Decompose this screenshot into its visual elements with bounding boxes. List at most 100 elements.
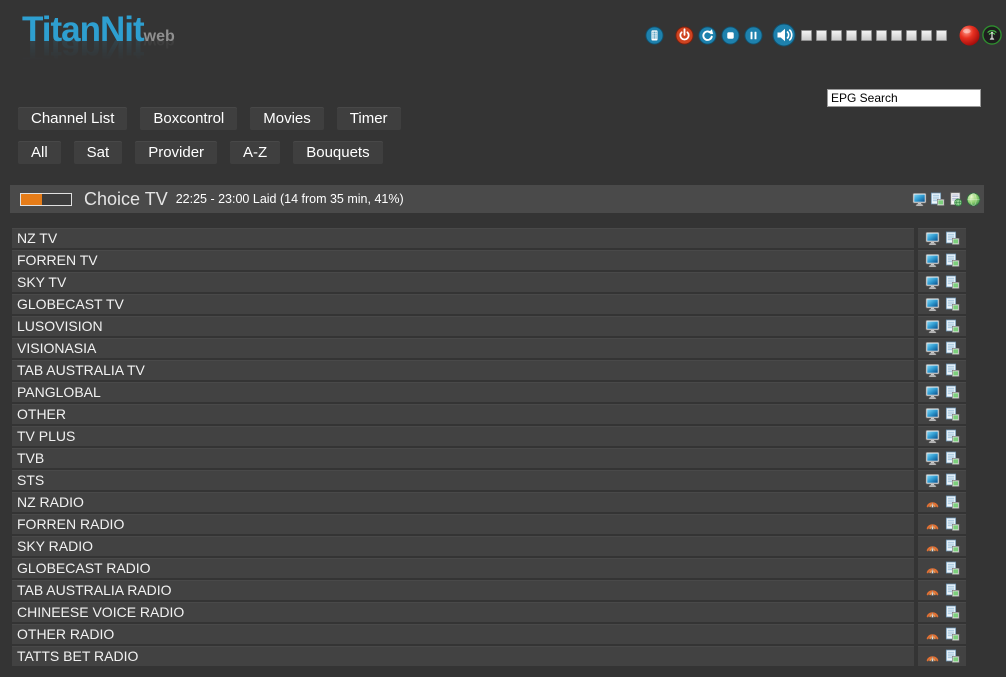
- tv-icon[interactable]: [925, 451, 940, 466]
- channel-epg-list-icon[interactable]: [945, 649, 960, 664]
- nav-a-z-button[interactable]: A-Z: [230, 141, 280, 164]
- volume-segment[interactable]: [876, 30, 887, 41]
- volume-segment[interactable]: [861, 30, 872, 41]
- nav-timer-button[interactable]: Timer: [337, 107, 401, 130]
- channel-name[interactable]: NZ RADIO: [12, 492, 914, 512]
- channel-name[interactable]: OTHER: [12, 404, 914, 424]
- copy-channel-icon[interactable]: [930, 192, 945, 207]
- tv-icon[interactable]: [925, 473, 940, 488]
- channel-name[interactable]: FORREN RADIO: [12, 514, 914, 534]
- tv-icon[interactable]: [925, 385, 940, 400]
- web-stream-icon[interactable]: [966, 192, 981, 207]
- channel-epg-list-icon[interactable]: [945, 429, 960, 444]
- channel-name[interactable]: NZ TV: [12, 228, 914, 248]
- tv-icon[interactable]: [925, 297, 940, 312]
- channel-epg-list-icon[interactable]: [945, 363, 960, 378]
- channel-row: TAB AUSTRALIA RADIO: [12, 580, 966, 600]
- power-button[interactable]: [675, 26, 694, 45]
- nav-boxcontrol-button[interactable]: Boxcontrol: [140, 107, 237, 130]
- channel-name[interactable]: TAB AUSTRALIA TV: [12, 360, 914, 380]
- channel-epg-list-icon[interactable]: [945, 627, 960, 642]
- volume-segment[interactable]: [801, 30, 812, 41]
- channel-epg-list-icon[interactable]: [945, 297, 960, 312]
- channel-name[interactable]: FORREN TV: [12, 250, 914, 270]
- nav-movies-button[interactable]: Movies: [250, 107, 324, 130]
- stream-status-icon[interactable]: [982, 25, 1002, 45]
- radio-icon[interactable]: [925, 627, 940, 642]
- channel-epg-list-icon[interactable]: [945, 583, 960, 598]
- channel-epg-list-icon[interactable]: [945, 473, 960, 488]
- radio-icon[interactable]: [925, 539, 940, 554]
- channel-epg-list-icon[interactable]: [945, 231, 960, 246]
- radio-icon[interactable]: [925, 649, 940, 664]
- volume-segment[interactable]: [846, 30, 857, 41]
- tv-screen-icon[interactable]: [912, 192, 927, 207]
- channel-epg-list-icon[interactable]: [945, 495, 960, 510]
- app-logo: TitanNitweb TitanNitweb: [22, 12, 175, 66]
- channel-name[interactable]: PANGLOBAL: [12, 382, 914, 402]
- refresh-button[interactable]: [698, 26, 717, 45]
- remote-keypad-button[interactable]: [645, 26, 664, 45]
- channel-epg-list-icon[interactable]: [945, 561, 960, 576]
- volume-bar[interactable]: [801, 30, 947, 41]
- epg-search-input[interactable]: [827, 89, 981, 107]
- channel-row-actions: [918, 492, 966, 512]
- tv-icon[interactable]: [925, 253, 940, 268]
- channel-name[interactable]: CHINEESE VOICE RADIO: [12, 602, 914, 622]
- volume-segment[interactable]: [831, 30, 842, 41]
- tv-icon[interactable]: [925, 275, 940, 290]
- channel-row: NZ TV: [12, 228, 966, 248]
- channel-name[interactable]: TATTS BET RADIO: [12, 646, 914, 666]
- channel-name[interactable]: OTHER RADIO: [12, 624, 914, 644]
- channel-epg-list-icon[interactable]: [945, 385, 960, 400]
- channel-name[interactable]: VISIONASIA: [12, 338, 914, 358]
- channel-epg-list-icon[interactable]: [945, 341, 960, 356]
- radio-icon[interactable]: [925, 583, 940, 598]
- tv-icon[interactable]: [925, 407, 940, 422]
- tv-icon[interactable]: [925, 429, 940, 444]
- channel-name[interactable]: TVB: [12, 448, 914, 468]
- tv-icon[interactable]: [925, 319, 940, 334]
- channel-name[interactable]: SKY TV: [12, 272, 914, 292]
- volume-segment[interactable]: [816, 30, 827, 41]
- channel-name[interactable]: TV PLUS: [12, 426, 914, 446]
- channel-epg-list-icon[interactable]: [945, 539, 960, 554]
- channel-name[interactable]: GLOBECAST RADIO: [12, 558, 914, 578]
- channel-name[interactable]: GLOBECAST TV: [12, 294, 914, 314]
- channel-name[interactable]: STS: [12, 470, 914, 490]
- tv-icon[interactable]: [925, 363, 940, 378]
- tv-icon[interactable]: [925, 341, 940, 356]
- volume-segment[interactable]: [891, 30, 902, 41]
- pause-button[interactable]: [744, 26, 763, 45]
- volume-icon[interactable]: [772, 23, 796, 47]
- nav-sat-button[interactable]: Sat: [74, 141, 123, 164]
- channel-epg-list-icon[interactable]: [945, 407, 960, 422]
- channel-epg-list-icon[interactable]: [945, 319, 960, 334]
- channel-row-actions: [918, 536, 966, 556]
- nav-all-button[interactable]: All: [18, 141, 61, 164]
- channel-name[interactable]: TAB AUSTRALIA RADIO: [12, 580, 914, 600]
- channel-name[interactable]: LUSOVISION: [12, 316, 914, 336]
- channel-row: OTHER RADIO: [12, 624, 966, 644]
- radio-icon[interactable]: [925, 561, 940, 576]
- tv-icon[interactable]: [925, 231, 940, 246]
- epg-page-icon[interactable]: [948, 192, 963, 207]
- channel-epg-list-icon[interactable]: [945, 451, 960, 466]
- nav-provider-button[interactable]: Provider: [135, 141, 217, 164]
- volume-segment[interactable]: [921, 30, 932, 41]
- volume-segment[interactable]: [906, 30, 917, 41]
- radio-icon[interactable]: [925, 495, 940, 510]
- nav-channel-list-button[interactable]: Channel List: [18, 107, 127, 130]
- radio-icon[interactable]: [925, 605, 940, 620]
- volume-segment[interactable]: [936, 30, 947, 41]
- channel-row: TAB AUSTRALIA TV: [12, 360, 966, 380]
- channel-epg-list-icon[interactable]: [945, 605, 960, 620]
- nav-bouquets-button[interactable]: Bouquets: [293, 141, 382, 164]
- channel-epg-list-icon[interactable]: [945, 517, 960, 532]
- channel-epg-list-icon[interactable]: [945, 275, 960, 290]
- stop-button[interactable]: [721, 26, 740, 45]
- channel-name[interactable]: SKY RADIO: [12, 536, 914, 556]
- channel-row-actions: [918, 272, 966, 292]
- radio-icon[interactable]: [925, 517, 940, 532]
- channel-epg-list-icon[interactable]: [945, 253, 960, 268]
